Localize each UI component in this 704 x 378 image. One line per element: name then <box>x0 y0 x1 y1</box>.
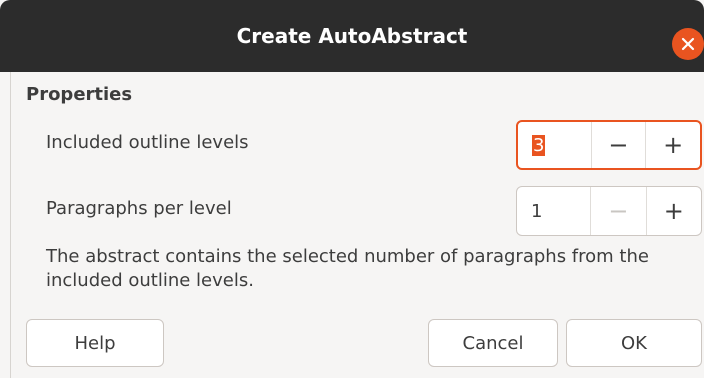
included-outline-levels-decrement-button[interactable]: − <box>590 122 646 168</box>
paragraphs-per-level-input[interactable]: 1 <box>517 187 590 235</box>
included-outline-levels-input[interactable]: 3 <box>518 122 591 168</box>
paragraphs-per-level-spinbox: 1 − + <box>516 186 702 236</box>
properties-heading: Properties <box>26 84 133 105</box>
abstract-description: The abstract contains the selected numbe… <box>46 246 649 291</box>
paragraphs-per-level-value: 1 <box>531 200 543 222</box>
help-button[interactable]: Help <box>26 319 164 367</box>
paragraphs-per-level-decrement-button[interactable]: − <box>590 187 645 235</box>
included-outline-levels-value: 3 <box>532 134 546 156</box>
paragraphs-per-level-increment-button[interactable]: + <box>645 187 701 235</box>
included-outline-levels-increment-button[interactable]: + <box>645 122 700 168</box>
close-button[interactable] <box>672 28 704 60</box>
cancel-button[interactable]: Cancel <box>428 319 558 367</box>
paragraphs-per-level-label: Paragraphs per level <box>46 198 232 219</box>
dialog-titlebar: Create AutoAbstract <box>0 0 704 72</box>
close-icon <box>681 37 695 51</box>
ok-button[interactable]: OK <box>566 319 702 367</box>
dialog-title: Create AutoAbstract <box>236 24 468 48</box>
included-outline-levels-spinbox: 3 − + <box>516 120 702 170</box>
included-outline-levels-label: Included outline levels <box>46 132 249 153</box>
